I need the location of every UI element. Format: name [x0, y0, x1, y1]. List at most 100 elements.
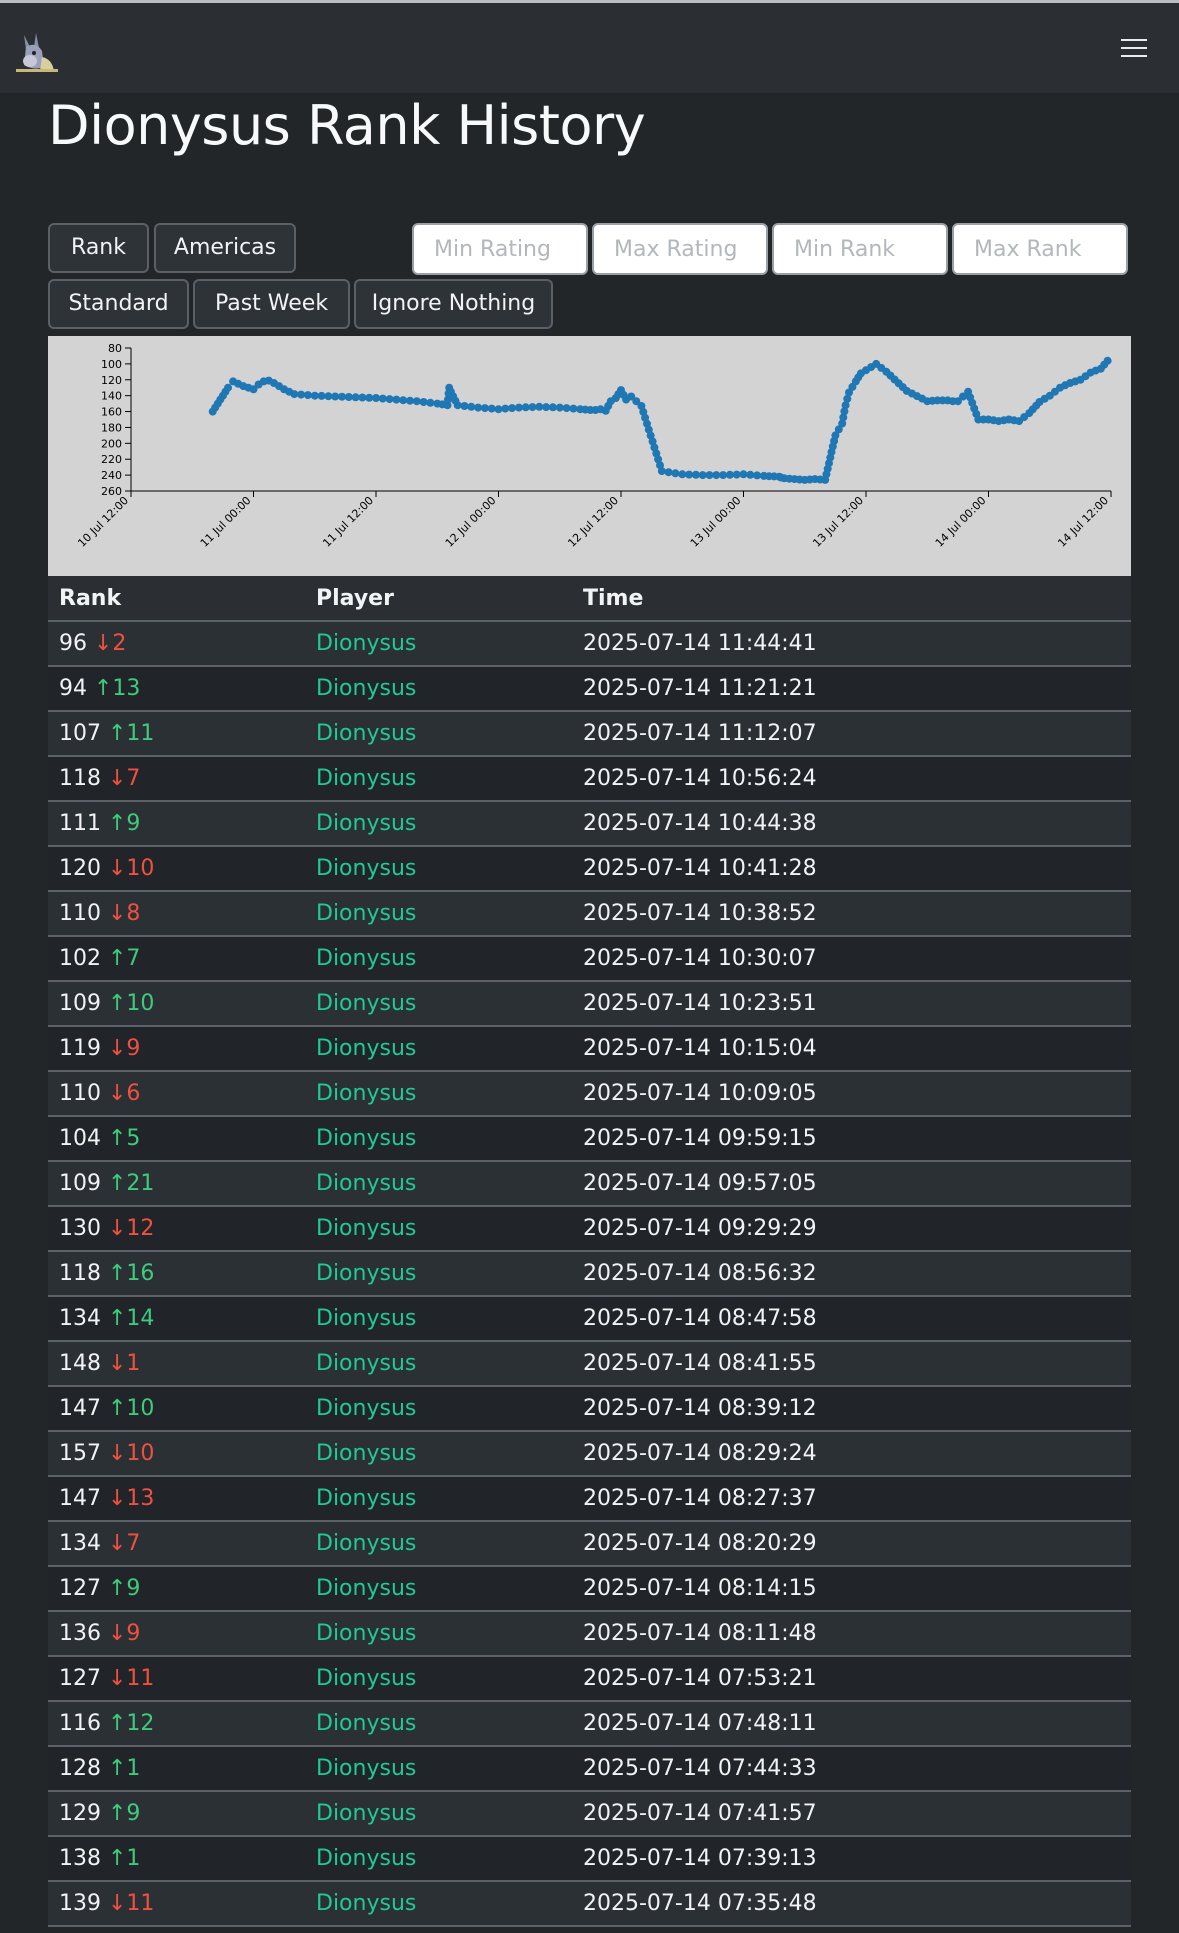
- rank-value: 111: [59, 811, 101, 836]
- x-tick-label: 12 Jul 12:00: [565, 494, 621, 550]
- rank-value: 147: [59, 1396, 101, 1421]
- player-link[interactable]: Dionysus: [316, 1756, 416, 1781]
- data-points: [208, 356, 1112, 484]
- table-row: 130 ↓12 Dionysus 2025-07-14 09:29:29: [48, 1206, 1131, 1252]
- page-title: Dionysus Rank History: [48, 94, 646, 157]
- rank-change: ↑9: [108, 1576, 141, 1601]
- data-point: [555, 403, 564, 412]
- time-cell: 2025-07-14 10:41:28: [572, 846, 1131, 892]
- table-row: 139 ↓11 Dionysus 2025-07-14 07:35:48: [48, 1881, 1131, 1927]
- rank-change: ↓2: [94, 631, 127, 656]
- player-link[interactable]: Dionysus: [316, 1486, 416, 1511]
- data-point: [338, 392, 346, 401]
- min-rating-input[interactable]: [412, 223, 588, 275]
- data-point: [392, 395, 401, 404]
- data-point: [528, 403, 537, 412]
- player-link[interactable]: Dionysus: [316, 676, 416, 701]
- player-link[interactable]: Dionysus: [316, 1441, 416, 1466]
- player-cell: Dionysus: [305, 1071, 572, 1117]
- time-cell: 2025-07-14 10:38:52: [572, 891, 1131, 937]
- rank-value: 127: [59, 1576, 101, 1601]
- player-link[interactable]: Dionysus: [316, 1846, 416, 1871]
- rank-value: 107: [59, 721, 101, 746]
- rank-change: ↓7: [108, 1531, 141, 1556]
- data-point: [494, 405, 503, 414]
- player-cell: Dionysus: [305, 1836, 572, 1882]
- player-link[interactable]: Dionysus: [316, 1396, 416, 1421]
- donkey-logo-icon[interactable]: [14, 31, 60, 73]
- player-link[interactable]: Dionysus: [316, 1576, 416, 1601]
- player-link[interactable]: Dionysus: [316, 766, 416, 791]
- player-link[interactable]: Dionysus: [316, 1666, 416, 1691]
- menu-icon[interactable]: [1121, 39, 1147, 59]
- player-link[interactable]: Dionysus: [316, 1801, 416, 1826]
- max-rating-input[interactable]: [592, 223, 768, 275]
- rank-change: ↑13: [94, 676, 141, 701]
- rank-cell: 104 ↑5: [48, 1116, 305, 1162]
- player-link[interactable]: Dionysus: [316, 946, 416, 971]
- data-point: [739, 470, 748, 479]
- data-point: [331, 392, 340, 401]
- rank-value: 110: [59, 1081, 101, 1106]
- player-link[interactable]: Dionysus: [316, 1531, 416, 1556]
- data-point: [657, 467, 666, 476]
- rank-change: ↑1: [108, 1846, 141, 1871]
- player-link[interactable]: Dionysus: [316, 631, 416, 656]
- max-rank-input[interactable]: [952, 223, 1128, 275]
- player-link[interactable]: Dionysus: [316, 1711, 416, 1736]
- table-row: 147 ↓13 Dionysus 2025-07-14 08:27:37: [48, 1476, 1131, 1522]
- table-row: 129 ↑9 Dionysus 2025-07-14 07:41:57: [48, 1791, 1131, 1837]
- player-link[interactable]: Dionysus: [316, 856, 416, 881]
- player-link[interactable]: Dionysus: [316, 1891, 416, 1916]
- data-point: [351, 393, 360, 402]
- table-row: 157 ↓10 Dionysus 2025-07-14 08:29:24: [48, 1431, 1131, 1477]
- time-cell: 2025-07-14 07:53:21: [572, 1656, 1131, 1702]
- rank-button[interactable]: Rank: [48, 223, 149, 273]
- player-link[interactable]: Dionysus: [316, 1306, 416, 1331]
- rank-value: 104: [59, 1126, 101, 1151]
- player-link[interactable]: Dionysus: [316, 1036, 416, 1061]
- data-point: [310, 391, 319, 400]
- rank-cell: 96 ↓2: [48, 621, 305, 667]
- player-link[interactable]: Dionysus: [316, 721, 416, 746]
- time-cell: 2025-07-14 08:56:32: [572, 1251, 1131, 1297]
- data-point: [426, 398, 435, 407]
- rank-value: 109: [59, 991, 101, 1016]
- rank-change: ↓1: [108, 1351, 141, 1376]
- x-tick-label: 11 Jul 12:00: [320, 494, 376, 550]
- rank-change: ↓12: [108, 1216, 155, 1241]
- player-cell: Dionysus: [305, 1476, 572, 1522]
- table-row: 127 ↑9 Dionysus 2025-07-14 08:14:15: [48, 1566, 1131, 1612]
- player-link[interactable]: Dionysus: [316, 1126, 416, 1151]
- player-link[interactable]: Dionysus: [316, 991, 416, 1016]
- time-cell: 2025-07-14 09:57:05: [572, 1161, 1131, 1207]
- region-button[interactable]: Americas: [154, 223, 296, 273]
- player-cell: Dionysus: [305, 891, 572, 937]
- player-link[interactable]: Dionysus: [316, 1351, 416, 1376]
- rank-value: 139: [59, 1891, 101, 1916]
- data-point: [365, 393, 374, 402]
- time-cell: 2025-07-14 09:29:29: [572, 1206, 1131, 1252]
- player-link[interactable]: Dionysus: [316, 1171, 416, 1196]
- ignore-button[interactable]: Ignore Nothing: [354, 279, 553, 329]
- player-cell: Dionysus: [305, 1161, 572, 1207]
- y-axis: 80100120140160180200220240260: [101, 342, 132, 498]
- rank-value: 127: [59, 1666, 101, 1691]
- player-link[interactable]: Dionysus: [316, 901, 416, 926]
- rank-cell: 147 ↓13: [48, 1476, 305, 1522]
- table-row: 109 ↑10 Dionysus 2025-07-14 10:23:51: [48, 981, 1131, 1027]
- player-link[interactable]: Dionysus: [316, 811, 416, 836]
- player-link[interactable]: Dionysus: [316, 1261, 416, 1286]
- period-button[interactable]: Past Week: [193, 279, 350, 329]
- player-cell: Dionysus: [305, 1251, 572, 1297]
- mode-button[interactable]: Standard: [48, 279, 189, 329]
- player-link[interactable]: Dionysus: [316, 1216, 416, 1241]
- player-link[interactable]: Dionysus: [316, 1081, 416, 1106]
- rank-value: 148: [59, 1351, 101, 1376]
- player-link[interactable]: Dionysus: [316, 1621, 416, 1646]
- min-rank-input[interactable]: [772, 223, 948, 275]
- time-cell: 2025-07-14 10:56:24: [572, 756, 1131, 802]
- navbar: [0, 3, 1179, 93]
- time-cell: 2025-07-14 08:20:29: [572, 1521, 1131, 1567]
- time-cell: 2025-07-14 07:35:48: [572, 1881, 1131, 1927]
